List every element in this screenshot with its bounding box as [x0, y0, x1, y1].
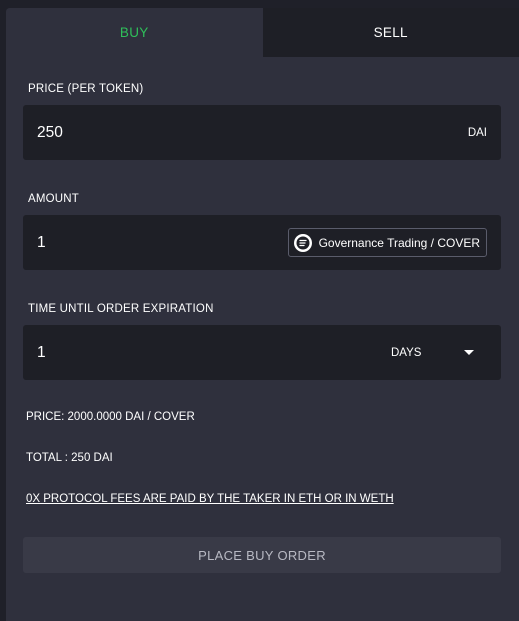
- tab-buy[interactable]: BUY: [6, 8, 263, 57]
- token-logo-icon: [293, 233, 312, 252]
- amount-field-container: Governance Trading / COVER: [23, 215, 501, 270]
- chevron-down-icon: [464, 350, 474, 355]
- token-selector[interactable]: Governance Trading / COVER: [287, 228, 487, 257]
- price-unit: DAI: [467, 126, 487, 139]
- amount-input[interactable]: [23, 215, 297, 270]
- price-input[interactable]: [23, 105, 297, 160]
- protocol-fees-link[interactable]: 0X PROTOCOL FEES ARE PAID BY THE TAKER I…: [26, 493, 394, 505]
- tab-sell[interactable]: SELL: [262, 8, 519, 57]
- order-panel: BUY SELL PRICE (PER TOKEN) DAI AMOUNT Go…: [6, 8, 519, 621]
- token-name: Governance Trading / COVER: [318, 235, 480, 250]
- order-type-tabs: BUY SELL: [6, 8, 519, 57]
- expiration-label: TIME UNTIL ORDER EXPIRATION: [28, 303, 214, 315]
- place-buy-order-button[interactable]: PLACE BUY ORDER: [23, 537, 501, 573]
- price-summary: PRICE: 2000.0000 DAI / COVER: [26, 411, 195, 423]
- expiration-unit-value: DAYS: [391, 346, 422, 359]
- expiration-field-container: DAYS: [23, 325, 501, 380]
- price-field-container: DAI: [23, 105, 501, 160]
- expiration-input[interactable]: [23, 325, 337, 380]
- total-summary: TOTAL : 250 DAI: [26, 452, 113, 464]
- amount-label: AMOUNT: [28, 193, 80, 205]
- price-label: PRICE (PER TOKEN): [28, 83, 144, 95]
- expiration-unit-select[interactable]: DAYS: [391, 325, 501, 380]
